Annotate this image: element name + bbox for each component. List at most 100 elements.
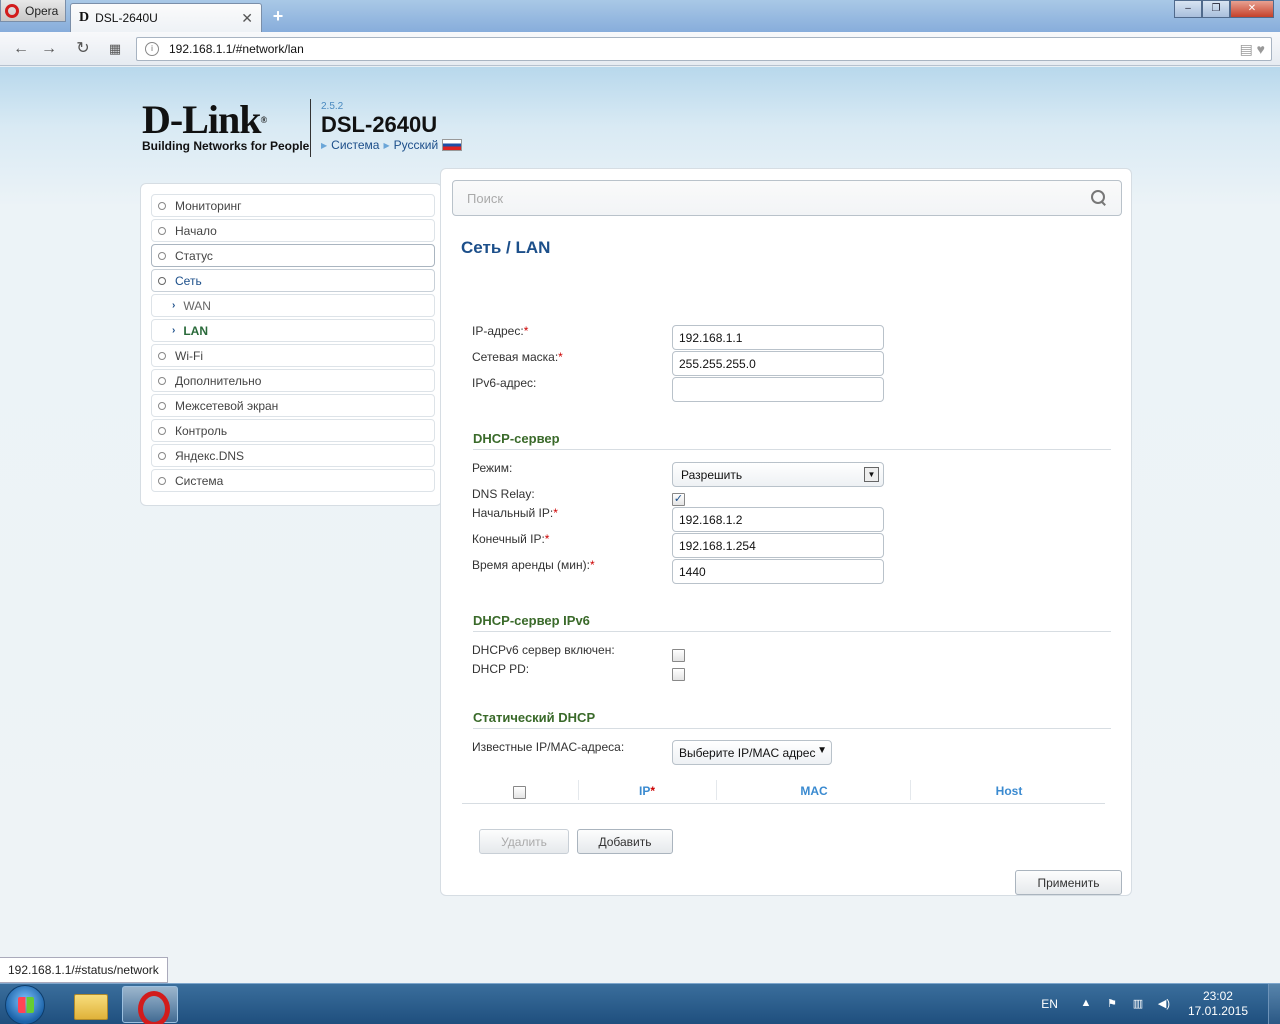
triangle-right-icon: ▶ — [321, 140, 328, 150]
minimize-button[interactable]: – — [1174, 0, 1202, 18]
sidebar-item-wifi[interactable]: Wi-Fi — [151, 344, 435, 367]
language-indicator[interactable]: EN — [1041, 997, 1058, 1011]
circle-arrow-icon — [158, 351, 166, 360]
dlink-logo: D-Link® Building Networks for People — [142, 100, 310, 154]
search-input[interactable]: Поиск — [452, 180, 1122, 216]
forward-arrow-icon[interactable]: → — [38, 39, 60, 59]
dhcp-pd-checkbox[interactable] — [672, 668, 685, 681]
apply-button[interactable]: Применить — [1015, 870, 1122, 895]
header-divider — [310, 99, 311, 157]
back-arrow-icon[interactable]: ← — [10, 39, 32, 59]
ipv6-address-label: IPv6-адрес: — [472, 376, 537, 390]
dhcp6-enabled-label: DHCPv6 сервер включен: — [472, 643, 615, 657]
show-desktop-button[interactable] — [1268, 984, 1280, 1024]
delete-button[interactable]: Удалить — [479, 829, 569, 854]
main-panel: Поиск Сеть / LAN IP-адрес:* 192.168.1.1 … — [440, 168, 1132, 896]
known-addresses-label: Известные IP/MAC-адреса: — [472, 740, 625, 754]
start-button[interactable] — [5, 985, 45, 1024]
sidebar-item-label: WAN — [183, 298, 211, 313]
lease-time-input[interactable]: 1440 — [672, 559, 884, 584]
dhcp-mode-value: Разрешить — [681, 467, 743, 482]
sidebar-item-label: Яндекс.DNS — [175, 448, 245, 463]
column-header-mac: MAC — [800, 784, 828, 798]
sidebar-item-status[interactable]: Статус — [151, 244, 435, 267]
sidebar-item-advanced[interactable]: Дополнительно — [151, 369, 435, 392]
window-controls: – ❐ ✕ — [1174, 0, 1274, 18]
tray-expand-icon[interactable]: ▲ — [1078, 997, 1094, 1011]
router-page: D-Link® Building Networks for People 2.5… — [0, 67, 1280, 983]
sidebar-item-label: Система — [175, 473, 224, 488]
system-tray: EN ▲ ⚑ ▥ ◀) 23:02 17.01.2015 — [1041, 984, 1280, 1024]
breadcrumb-current: LAN — [515, 238, 551, 257]
sidebar-item-network[interactable]: Сеть — [151, 269, 435, 292]
known-addresses-select[interactable]: Выберите IP/MAC адрес ▼ — [672, 740, 832, 765]
dns-relay-checkbox[interactable]: ✓ — [672, 493, 685, 506]
sidebar-item-start[interactable]: Начало — [151, 219, 435, 242]
column-header-ip: IP* — [638, 784, 655, 798]
chevron-right-icon: › — [172, 325, 176, 336]
system-link[interactable]: Система — [331, 138, 379, 152]
new-tab-button[interactable]: + — [268, 6, 288, 26]
sidebar-item-lan[interactable]: › LAN — [151, 319, 435, 342]
russian-flag-icon[interactable] — [442, 139, 463, 151]
opera-taskbar-icon[interactable] — [122, 986, 178, 1024]
breadcrumb-parent[interactable]: Сеть / — [461, 238, 511, 257]
sidebar-item-control[interactable]: Контроль — [151, 419, 435, 442]
reload-icon[interactable]: ↻ — [72, 39, 94, 59]
tab-close-icon[interactable]: ✕ — [241, 10, 253, 27]
add-button[interactable]: Добавить — [577, 829, 673, 854]
speed-dial-grid-icon[interactable]: ▦ — [104, 39, 126, 59]
ip-address-input[interactable]: 192.168.1.1 — [672, 325, 884, 350]
circle-arrow-icon — [158, 226, 166, 235]
triangle-right-icon: ▶ — [383, 140, 390, 150]
brand-tagline: Building Networks for People — [142, 139, 310, 153]
end-ip-input[interactable]: 192.168.1.254 — [672, 533, 884, 558]
sidebar-item-label: Статус — [175, 248, 213, 263]
sidebar-item-yandex-dns[interactable]: Яндекс.DNS — [151, 444, 435, 467]
dlink-favicon-icon: D — [79, 10, 90, 25]
circle-chevron-down-icon — [158, 276, 166, 285]
address-bar[interactable]: i 192.168.1.1/#network/lan ▤ ♥ — [136, 37, 1272, 61]
clock[interactable]: 23:02 17.01.2015 — [1188, 989, 1248, 1019]
search-placeholder: Поиск — [467, 190, 504, 206]
circle-arrow-icon — [158, 251, 166, 260]
browser-titlebar: Opera D DSL-2640U ✕ + – ❐ ✕ — [0, 0, 1280, 32]
header-links: ▶ Система ▶ Русский — [321, 138, 463, 152]
dhcp-pd-label: DHCP PD: — [472, 662, 530, 676]
sidebar-item-label: Контроль — [175, 423, 228, 438]
chevron-right-icon: › — [172, 300, 176, 311]
status-url-tooltip: 192.168.1.1/#status/network — [0, 957, 168, 983]
dhcp6-enabled-checkbox[interactable] — [672, 649, 685, 662]
sidebar-item-system[interactable]: Система — [151, 469, 435, 492]
dhcp-mode-select[interactable]: Разрешить ▼ — [672, 462, 884, 487]
sidebar-item-monitoring[interactable]: Мониторинг — [151, 194, 435, 217]
windows-taskbar: EN ▲ ⚑ ▥ ◀) 23:02 17.01.2015 — [0, 983, 1280, 1024]
language-link[interactable]: Русский — [394, 138, 439, 152]
circle-arrow-icon — [158, 476, 166, 485]
network-icon[interactable]: ▥ — [1130, 997, 1146, 1011]
bookmark-heart-icon[interactable]: ▤ ♥ — [1240, 41, 1265, 58]
start-ip-input[interactable]: 192.168.1.2 — [672, 507, 884, 532]
opera-menu-label: Opera — [25, 3, 59, 18]
search-icon[interactable] — [1091, 190, 1107, 206]
sidebar-item-firewall[interactable]: Межсетевой экран — [151, 394, 435, 417]
page-info-icon[interactable]: i — [145, 42, 159, 56]
maximize-button[interactable]: ❐ — [1202, 0, 1230, 18]
ipv6-address-input[interactable] — [672, 377, 884, 402]
registered-mark: ® — [260, 115, 268, 125]
circle-arrow-icon — [158, 401, 166, 410]
column-divider — [716, 780, 717, 800]
dns-relay-label: DNS Relay: — [472, 487, 535, 501]
sidebar-item-wan[interactable]: › WAN — [151, 294, 435, 317]
action-center-flag-icon[interactable]: ⚑ — [1104, 997, 1120, 1011]
volume-icon[interactable]: ◀) — [1156, 997, 1172, 1011]
sidebar-item-label: LAN — [183, 323, 209, 338]
select-all-checkbox[interactable] — [513, 786, 526, 799]
opera-menu-button[interactable]: Opera — [0, 0, 66, 22]
browser-tab[interactable]: D DSL-2640U ✕ — [70, 3, 262, 32]
window-close-button[interactable]: ✕ — [1230, 0, 1274, 18]
sidebar-item-label: Межсетевой экран — [175, 398, 279, 413]
explorer-taskbar-icon[interactable] — [62, 986, 118, 1023]
circle-arrow-icon — [158, 451, 166, 460]
subnet-mask-input[interactable]: 255.255.255.0 — [672, 351, 884, 376]
